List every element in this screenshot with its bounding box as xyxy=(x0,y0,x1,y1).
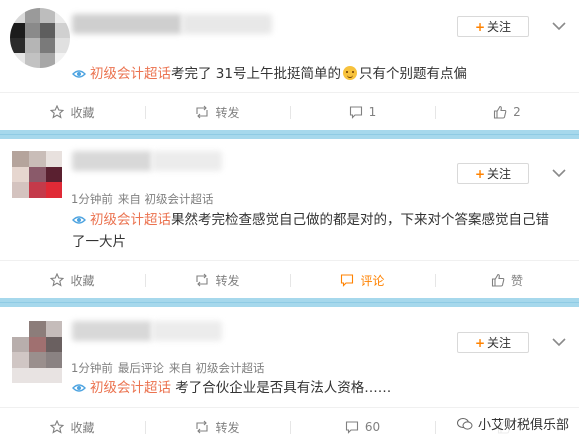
comment-icon xyxy=(349,106,362,119)
post-source[interactable]: 来自 初级会计超话 xyxy=(169,361,265,375)
repost-icon xyxy=(196,420,209,434)
repost-icon xyxy=(196,105,209,119)
wechat-icon xyxy=(456,417,473,430)
thumbs-up-icon xyxy=(494,105,507,119)
post-time[interactable]: 1分钟前 xyxy=(71,192,113,206)
post-source[interactable]: 来自 初级会计超话 xyxy=(118,192,214,206)
like-button[interactable]: 2 xyxy=(435,93,579,131)
action-bar: 收藏 转发 1 2 xyxy=(0,92,579,131)
avatar[interactable] xyxy=(12,151,62,213)
super-topic-icon xyxy=(72,216,86,224)
comment-button[interactable]: 1 xyxy=(290,93,435,131)
post-meta: 1分钟前 来自 初级会计超话 xyxy=(71,191,218,207)
post-content: 初级会计超话 考了合伙企业是否具有法人资格…… xyxy=(72,377,552,399)
action-bar: 收藏 转发 评论 赞 xyxy=(0,260,579,299)
comment-icon xyxy=(341,274,354,287)
follow-button[interactable]: + 关注 xyxy=(457,163,529,184)
plus-icon: + xyxy=(474,167,486,181)
username-blurred[interactable] xyxy=(152,151,222,171)
plus-icon: + xyxy=(474,336,486,350)
favorite-button[interactable]: 收藏 xyxy=(0,93,145,131)
comment-icon xyxy=(345,421,358,434)
super-topic-icon xyxy=(72,70,86,78)
follow-button[interactable]: + 关注 xyxy=(457,332,529,353)
post-content: 初级会计超话果然考完检查感觉自己做的都是对的，下来对个答案感觉自己错了一大片 xyxy=(72,209,562,253)
repost-icon xyxy=(196,273,209,287)
thumbs-up-icon xyxy=(491,273,505,287)
comment-button[interactable]: 评论 xyxy=(290,261,435,299)
post-content: 初级会计超话考完了 31号上午批挺简单的 只有个别题有点偏 xyxy=(72,63,552,85)
repost-button[interactable]: 转发 xyxy=(145,93,290,131)
post-text: 考完了 31号上午批挺简单的 xyxy=(171,66,341,82)
username-blurred[interactable] xyxy=(182,14,272,34)
post-text: 考了合伙企业是否具有法人资格…… xyxy=(171,380,392,396)
star-icon xyxy=(50,273,65,287)
like-button[interactable]: 赞 xyxy=(435,261,579,299)
weibo-card: + 关注 初级会计超话考完了 31号上午批挺简单的 只有个别题有点偏 收藏 转发 1… xyxy=(0,0,579,130)
smile-emoji-icon xyxy=(342,66,357,80)
star-icon xyxy=(50,105,65,119)
post-time[interactable]: 1分钟前 xyxy=(71,361,113,375)
card-separator xyxy=(0,130,579,139)
favorite-button[interactable]: 收藏 xyxy=(0,408,145,446)
topic-link[interactable]: 初级会计超话 xyxy=(90,66,171,82)
star-icon xyxy=(50,420,65,434)
username-blurred[interactable] xyxy=(152,321,222,341)
super-topic-icon xyxy=(72,384,86,392)
weibo-card: + 关注 1分钟前 来自 初级会计超话 初级会计超话果然考完检查感觉自己做的都是对的… xyxy=(0,139,579,298)
topic-link[interactable]: 初级会计超话 xyxy=(90,212,171,228)
watermark: 小艾财税俱乐部 xyxy=(452,412,573,435)
chevron-down-icon[interactable] xyxy=(552,21,566,31)
username-blurred[interactable] xyxy=(72,14,182,34)
repost-button[interactable]: 转发 xyxy=(145,261,290,299)
avatar[interactable] xyxy=(12,321,62,383)
chevron-down-icon[interactable] xyxy=(552,168,566,178)
favorite-button[interactable]: 收藏 xyxy=(0,261,145,299)
last-comment-label: 最后评论 xyxy=(117,361,164,375)
repost-button[interactable]: 转发 xyxy=(145,408,290,446)
card-separator xyxy=(0,298,579,307)
username-blurred[interactable] xyxy=(72,321,152,341)
chevron-down-icon[interactable] xyxy=(552,337,566,347)
username-blurred[interactable] xyxy=(72,151,152,171)
avatar[interactable] xyxy=(10,8,70,68)
post-text: 只有个别题有点偏 xyxy=(358,66,467,82)
post-meta: 1分钟前 最后评论 来自 初级会计超话 xyxy=(71,360,269,376)
comment-button[interactable]: 60 xyxy=(290,408,435,446)
topic-link[interactable]: 初级会计超话 xyxy=(90,380,171,396)
plus-icon: + xyxy=(474,20,486,34)
follow-button[interactable]: + 关注 xyxy=(457,16,529,37)
